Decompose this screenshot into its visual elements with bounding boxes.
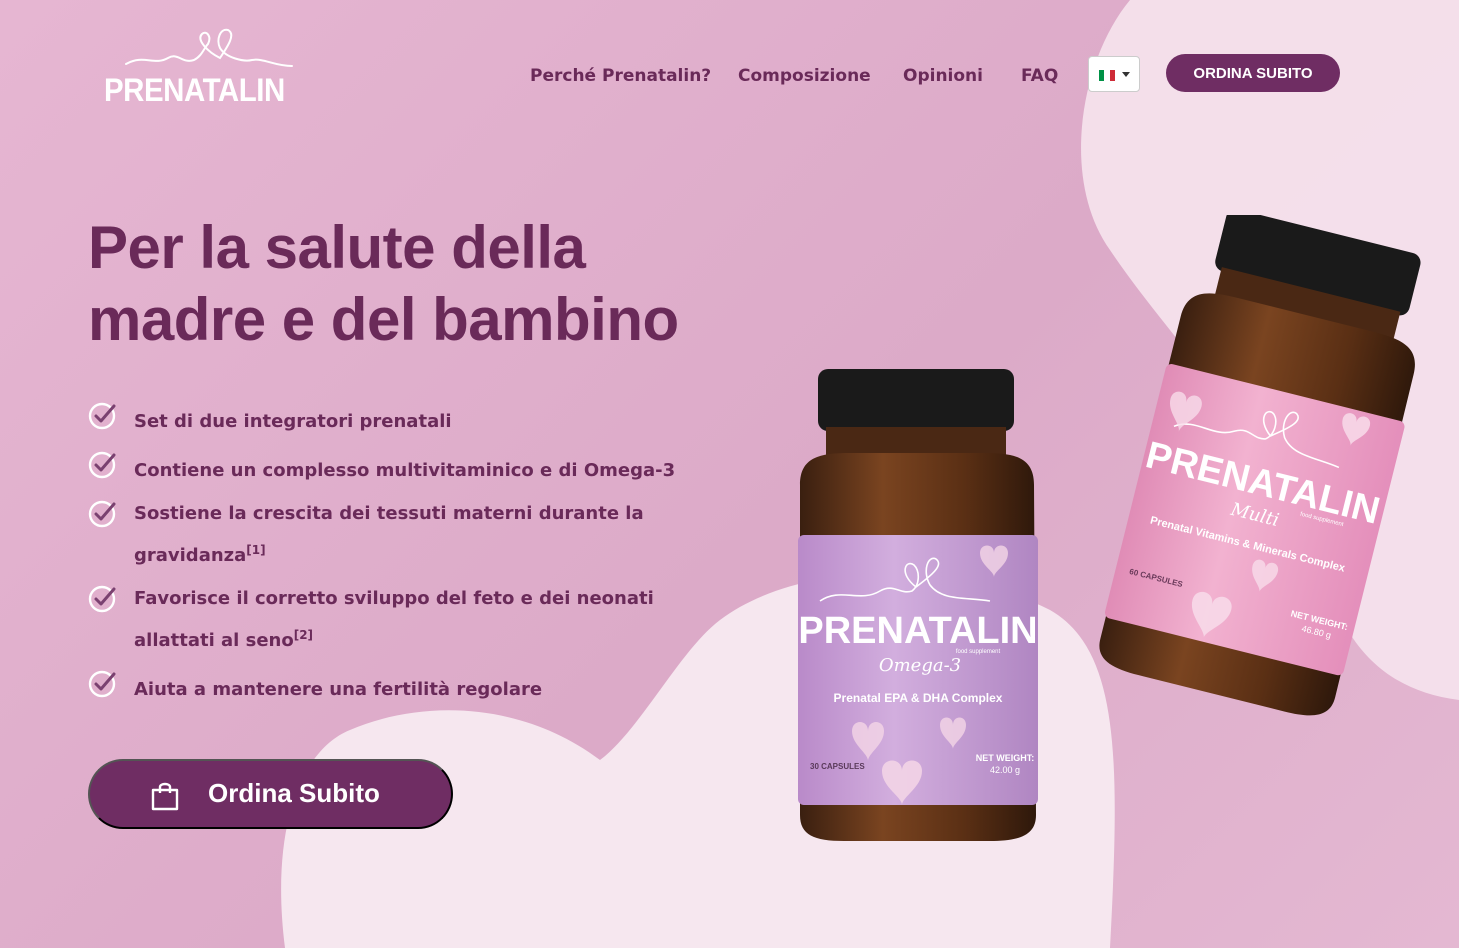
benefit-text: Set di due integratori prenatali xyxy=(134,411,452,432)
benefit-text: Favorisce il corretto sviluppo del feto … xyxy=(134,588,654,651)
omega-small-text: food supplement xyxy=(956,649,1001,655)
omega-weight-value: 42.00 g xyxy=(990,765,1020,775)
benefit-text: Contiene un complesso multivitaminico e … xyxy=(134,460,676,481)
order-now-button[interactable]: Ordina Subito xyxy=(88,759,453,829)
caret-down-icon xyxy=(1122,72,1130,77)
check-circle-icon xyxy=(88,451,116,479)
logo-text: PRENATALIN xyxy=(104,72,285,108)
order-now-header-button[interactable]: ORDINA SUBITO xyxy=(1166,54,1340,92)
nav-item-why[interactable]: Perché Prenatalin? xyxy=(530,66,711,86)
shopping-bag-icon xyxy=(151,782,179,811)
omega-capsules-text: 30 CAPSULES xyxy=(810,762,865,771)
hero-title: Per la salute della madre e del bambino xyxy=(88,212,788,356)
benefit-reference: [2] xyxy=(293,628,314,642)
heart-swirl-icon xyxy=(125,28,293,67)
multi-bottle-image: PRENATALIN food supplement Multi Prenata… xyxy=(1099,215,1421,716)
benefit-reference: [1] xyxy=(246,543,266,557)
omega-weight-label: NET WEIGHT: xyxy=(976,753,1035,763)
italy-flag-icon xyxy=(1099,70,1115,81)
check-circle-icon xyxy=(88,402,116,430)
check-circle-icon xyxy=(88,585,116,613)
language-selector[interactable] xyxy=(1088,56,1140,92)
check-circle-icon xyxy=(88,670,116,698)
hero-title-line-2: madre e del bambino xyxy=(88,286,679,353)
hero-title-line-1: Per la salute della xyxy=(88,214,586,281)
nav-item-reviews[interactable]: Opinioni xyxy=(903,66,983,86)
omega-variant-text: Omega-3 xyxy=(879,655,961,676)
benefit-text: Sostiene la crescita dei tessuti materni… xyxy=(134,503,644,566)
omega-subtitle-text: Prenatal EPA & DHA Complex xyxy=(834,691,1003,705)
omega-3-bottle-image: PRENATALIN food supplement Omega-3 Prena… xyxy=(798,369,1038,841)
nav-item-composition[interactable]: Composizione xyxy=(738,66,871,86)
nav-item-faq[interactable]: FAQ xyxy=(1021,66,1058,86)
check-circle-icon xyxy=(88,500,116,528)
benefit-text: Aiuta a mantenere una fertilità regolare xyxy=(134,679,543,700)
brand-logo[interactable]: PRENATALIN xyxy=(104,26,294,112)
omega-brand-text: PRENATALIN xyxy=(798,610,1037,652)
order-now-label: Ordina Subito xyxy=(208,778,380,808)
